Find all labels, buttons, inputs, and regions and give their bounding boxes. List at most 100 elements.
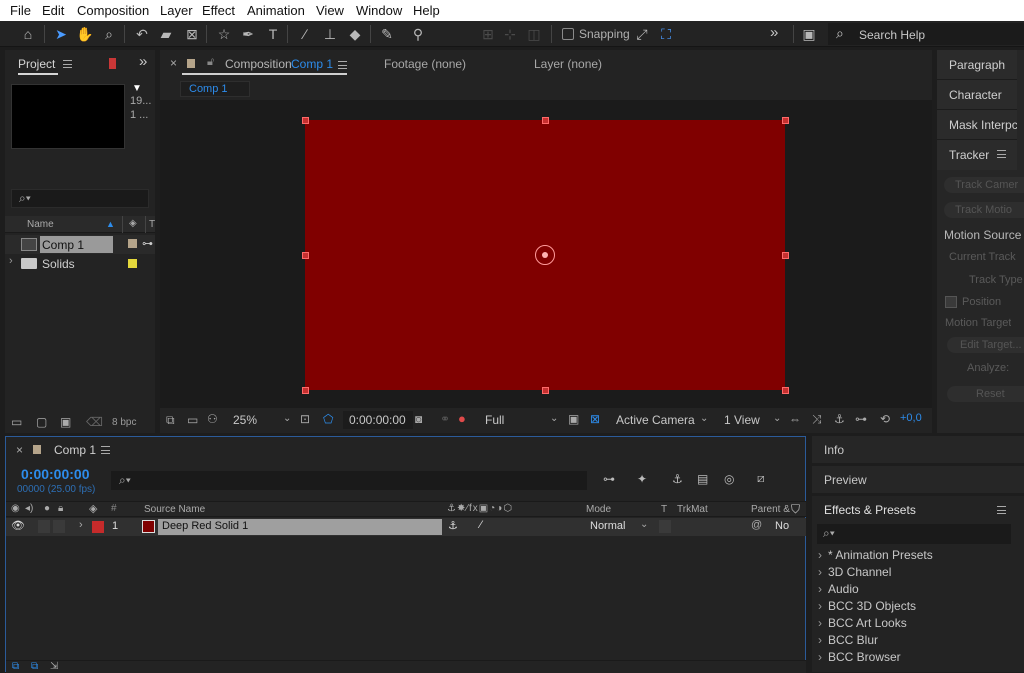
comp-breadcrumb[interactable]: Comp 1 [180, 81, 250, 97]
snap-feature-icon[interactable]: ⛶ [656, 24, 676, 44]
layer-number-column[interactable]: # [111, 503, 117, 514]
zoom-tool-icon[interactable]: ⌕ [99, 24, 119, 44]
rotation-tool-icon[interactable]: ↶ [132, 24, 152, 44]
blend-mode-dropdown[interactable]: Normal ⌄ [586, 519, 652, 535]
composition-tab-prefix[interactable]: Composition [225, 57, 292, 71]
trkmat-column[interactable]: TrkMat [677, 504, 708, 515]
menu-animation[interactable]: Animation [247, 3, 305, 18]
effects-menu-icon[interactable] [997, 506, 1006, 514]
effects-category[interactable]: › BCC Art Looks [818, 616, 907, 630]
menu-file[interactable]: File [10, 3, 31, 18]
camera-tool-icon[interactable]: ▰ [156, 24, 176, 44]
delete-icon[interactable]: ⌫ [86, 415, 103, 429]
preserve-transparency-toggle[interactable] [659, 520, 671, 533]
sort-ascending-icon[interactable]: ▲ [106, 219, 115, 229]
label-color-swatch[interactable] [128, 239, 137, 248]
transform-handle[interactable] [302, 252, 309, 259]
track-motion-button[interactable]: Track Motio [944, 202, 1024, 218]
project-item-comp[interactable]: Comp 1 ⊶ [5, 235, 155, 254]
type-column[interactable]: T [149, 219, 155, 230]
pick-whip-icon[interactable]: @ [751, 519, 762, 531]
composition-tab-name[interactable]: Comp 1 [291, 57, 333, 71]
current-time-field[interactable]: 0:00:00:00 [343, 411, 413, 429]
layer-tab[interactable]: Layer (none) [534, 57, 602, 71]
puppet-tool-icon[interactable]: ⚲ [408, 24, 428, 44]
brush-tool-icon[interactable]: ∕ [295, 24, 315, 44]
timeline-timecode[interactable]: 0:00:00:00 [21, 466, 90, 482]
quality-switch-icon[interactable]: ⁄ [480, 519, 482, 531]
region-of-interest-icon[interactable]: ⬠ [323, 412, 333, 426]
track-camera-button[interactable]: Track Camer [944, 177, 1024, 193]
menu-effect[interactable]: Effect [202, 3, 235, 18]
mode-column[interactable]: Mode [586, 504, 611, 515]
shy-switch-icon[interactable]: ⚓︎ [448, 519, 458, 532]
panel-overflow-icon[interactable]: » [139, 53, 147, 70]
menu-composition[interactable]: Composition [77, 3, 149, 18]
region-icon[interactable]: ▣ [568, 412, 579, 426]
anchor-point-icon[interactable] [535, 245, 555, 265]
composition-menu-icon[interactable] [338, 61, 347, 69]
menu-layer[interactable]: Layer [160, 3, 193, 18]
pan-behind-tool-icon[interactable]: ⊠ [182, 24, 202, 44]
preview-panel-tab[interactable]: Preview [812, 466, 1024, 493]
fast-previews-icon[interactable]: ⤨ [812, 412, 822, 427]
search-help-box[interactable] [828, 23, 1024, 45]
lock-icon[interactable]: 🔓︎ [207, 56, 214, 69]
transform-handle[interactable] [542, 117, 549, 124]
type-tool-icon[interactable]: T [263, 24, 283, 44]
interpret-footage-icon[interactable]: ▭ [11, 415, 22, 429]
mask-interpolation-panel-tab[interactable]: Mask Interpc [937, 110, 1017, 140]
composition-mini-flowchart-icon[interactable]: ⊶ [603, 472, 615, 486]
shy-layers-icon[interactable]: ⚓︎ [672, 472, 683, 486]
shape-tool-icon[interactable]: ☆ [214, 24, 234, 44]
transform-handle[interactable] [782, 387, 789, 394]
transparency-grid-icon[interactable]: ⊠ [590, 412, 600, 426]
mask-visibility-icon[interactable]: ⚇ [207, 412, 218, 426]
video-switch-icon[interactable]: ◉ [11, 503, 20, 514]
effects-presets-title[interactable]: Effects & Presets [824, 503, 916, 517]
zoom-dropdown[interactable]: 25% ⌄ [228, 411, 294, 429]
footage-tab[interactable]: Footage (none) [384, 57, 466, 71]
color-depth-label[interactable]: 8 bpc [112, 417, 136, 428]
column-marker-icon[interactable]: ⛉ [791, 502, 800, 517]
effects-category[interactable]: › Audio [818, 582, 859, 596]
pen-tool-icon[interactable]: ✒ [238, 24, 258, 44]
snapping-checkbox[interactable] [562, 28, 574, 40]
hand-tool-icon[interactable]: ✋ [75, 24, 95, 44]
motion-blur-icon[interactable]: ◎ [724, 472, 734, 486]
flowchart-icon[interactable]: ⊶ [142, 237, 153, 250]
column-name[interactable]: Name [27, 219, 54, 230]
close-timeline-icon[interactable]: × [16, 443, 23, 457]
channel-icon[interactable]: ● [458, 411, 466, 426]
fit-icon[interactable]: ⊡ [300, 412, 310, 426]
reset-button[interactable]: Reset [947, 386, 1024, 402]
layer-label-swatch[interactable] [92, 521, 104, 533]
monitor-icon[interactable]: ▭ [187, 413, 198, 427]
expand-chevron-icon[interactable]: › [9, 255, 13, 267]
effects-category[interactable]: › BCC 3D Objects [818, 599, 916, 613]
paragraph-panel-tab[interactable]: Paragraph [937, 50, 1017, 80]
snapshot-icon[interactable]: ◙ [415, 412, 422, 426]
close-tab-icon[interactable]: × [170, 56, 177, 70]
in-out-toggle-icon[interactable]: ⇲ [50, 661, 58, 672]
effects-category[interactable]: › BCC Browser [818, 650, 901, 664]
roto-brush-tool-icon[interactable]: ✎ [377, 24, 397, 44]
new-folder-icon[interactable]: ▢ [36, 415, 47, 429]
effects-search-input[interactable]: ⌕▾ [817, 524, 1011, 544]
snap-options-icon[interactable]: ⤢ [632, 24, 652, 44]
project-menu-icon[interactable] [63, 60, 72, 68]
exposure-value[interactable]: +0,0 [900, 412, 922, 424]
effects-category[interactable]: › BCC Blur [818, 633, 878, 647]
position-checkbox[interactable] [945, 296, 957, 308]
draft-3d-icon[interactable]: ✦ [637, 472, 647, 486]
timeline-menu-icon[interactable] [101, 446, 110, 454]
always-preview-icon[interactable]: ⧉ [166, 413, 175, 428]
thumbnail-arrow-icon[interactable]: ▼ [132, 83, 142, 94]
timeline-search-input[interactable]: ⌕▾ [111, 471, 587, 490]
clone-stamp-tool-icon[interactable]: ⊥ [320, 24, 340, 44]
t-column[interactable]: T [661, 504, 667, 515]
composition-canvas[interactable] [160, 100, 932, 408]
project-tab[interactable]: Project [18, 57, 55, 71]
workspace-icon[interactable]: ▣ [799, 24, 819, 44]
transform-handle[interactable] [782, 117, 789, 124]
